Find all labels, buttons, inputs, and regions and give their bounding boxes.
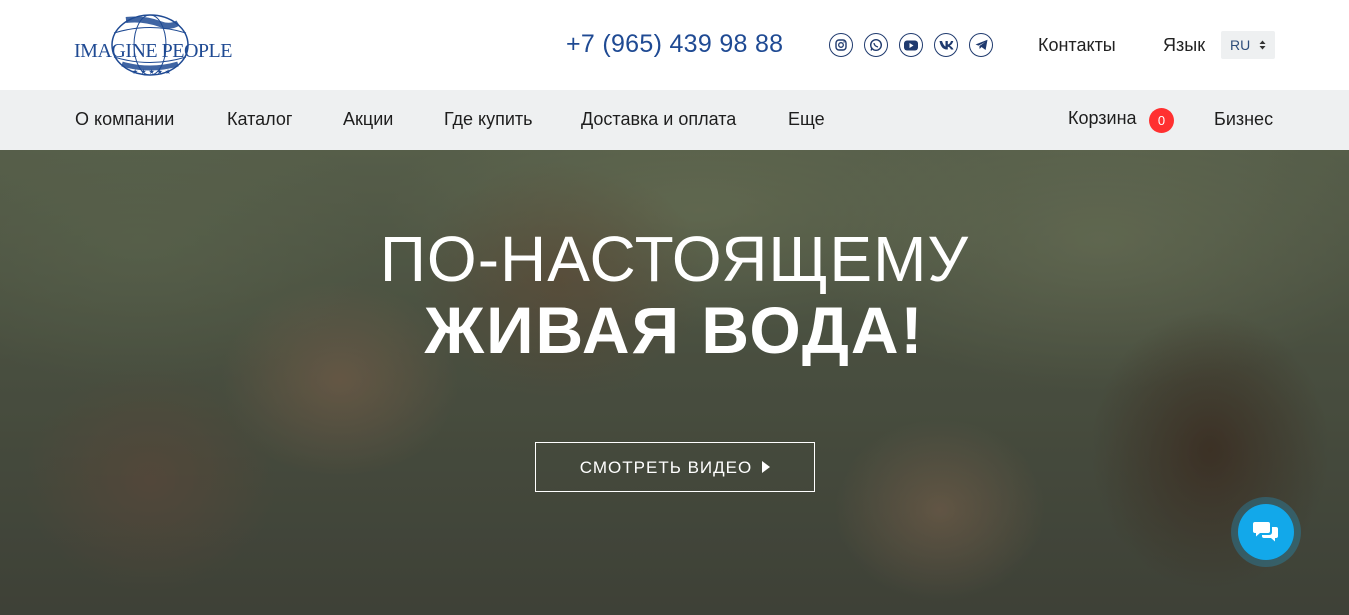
hero-banner (0, 150, 1349, 615)
nav-item-where-to-buy[interactable]: Где купить (444, 109, 533, 130)
svg-text:★ ★ ★ ★ ★: ★ ★ ★ ★ ★ (132, 68, 171, 76)
business-link[interactable]: Бизнес (1214, 109, 1273, 130)
instagram-icon[interactable] (829, 33, 853, 57)
language-value: RU (1230, 37, 1251, 53)
language-label: Язык (1163, 35, 1206, 55)
nav-item-more[interactable]: Еще (788, 109, 825, 130)
youtube-icon[interactable] (899, 33, 923, 57)
language-select[interactable]: RU (1221, 31, 1275, 59)
nav-item-about[interactable]: О компании (75, 109, 174, 130)
main-nav: О компании Каталог Акции Где купить Дост… (0, 90, 1349, 150)
cart-count-badge: 0 (1149, 108, 1174, 133)
logo-text: IMAGINE PEOPLE (74, 40, 233, 62)
top-header: ★ ★ ★ ★ ★ IMAGINE PEOPLE +7 (965) 439 98… (0, 0, 1349, 90)
telegram-icon[interactable] (969, 33, 993, 57)
whatsapp-icon[interactable] (864, 33, 888, 57)
contacts-link[interactable]: Контакты (1038, 35, 1116, 56)
watch-video-button[interactable]: СМОТРЕТЬ ВИДЕО (535, 442, 815, 492)
sort-arrows-icon (1259, 40, 1266, 50)
chat-button[interactable] (1238, 504, 1294, 560)
logo[interactable]: ★ ★ ★ ★ ★ IMAGINE PEOPLE (74, 14, 233, 76)
vk-icon[interactable] (934, 33, 958, 57)
chat-icon (1253, 522, 1278, 542)
nav-item-promotions[interactable]: Акции (343, 109, 393, 130)
nav-item-catalog[interactable]: Каталог (227, 109, 292, 130)
nav-item-delivery[interactable]: Доставка и оплата (581, 109, 736, 130)
hero-title-line2: ЖИВАЯ ВОДА! (424, 293, 925, 367)
play-icon (762, 461, 771, 473)
social-links (829, 33, 993, 57)
hero-title-line1: ПО-НАСТОЯЩЕМУ (379, 223, 970, 295)
cart-link[interactable]: Корзина (1068, 108, 1137, 129)
watch-video-label: СМОТРЕТЬ ВИДЕО (579, 458, 753, 477)
hero-image (0, 150, 1349, 615)
phone-number[interactable]: +7 (965) 439 98 88 (566, 30, 783, 59)
